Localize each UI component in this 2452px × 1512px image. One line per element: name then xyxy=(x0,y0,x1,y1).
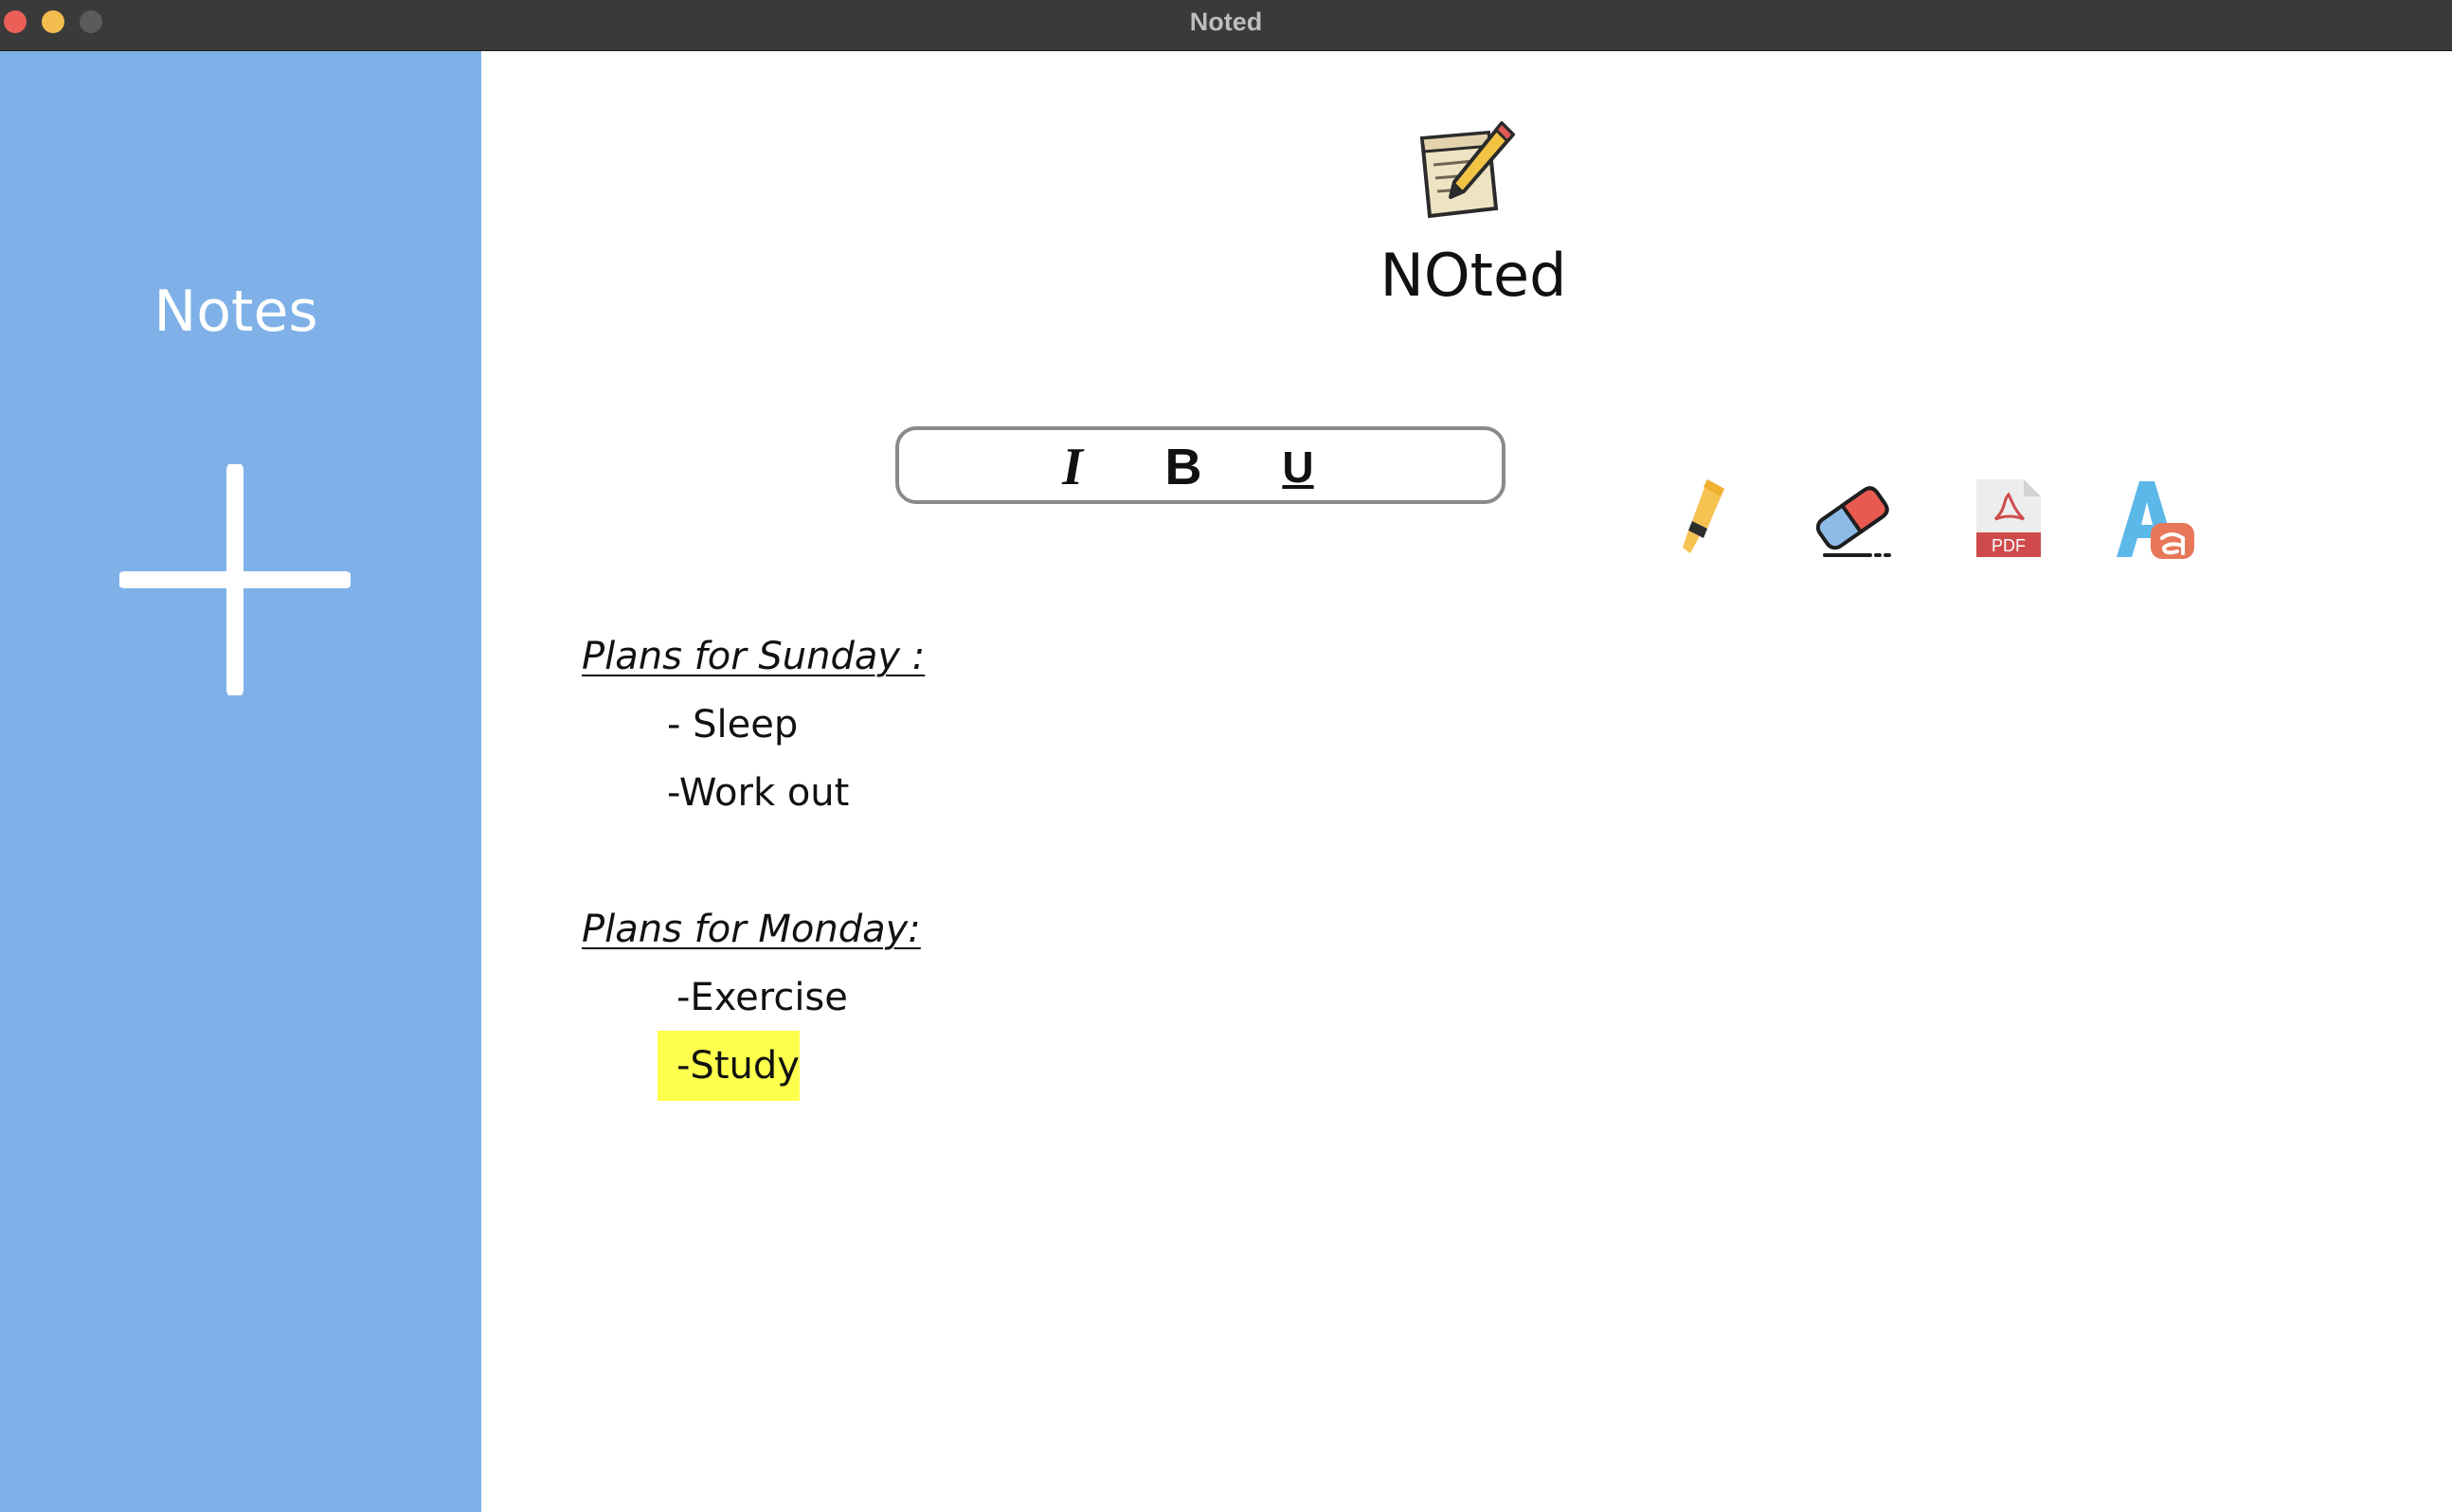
plus-icon xyxy=(117,461,353,698)
add-note-button[interactable] xyxy=(117,461,353,698)
app-window: Noted Notes NOted I B U PDF Plans for Su… xyxy=(0,0,2452,1512)
highlighted-list-item: -Study xyxy=(658,1031,800,1101)
sidebar: Notes xyxy=(0,51,481,1512)
list-item: -Work out xyxy=(667,771,850,815)
section-heading: Plans for Sunday : xyxy=(582,635,926,678)
title-bar: Noted xyxy=(0,0,2452,51)
sidebar-title: Notes xyxy=(153,279,318,345)
window-title: Noted xyxy=(1189,8,1263,36)
section-heading: Plans for Monday: xyxy=(582,908,921,951)
list-item: - Sleep xyxy=(667,703,799,747)
editor-area: NOted I B U PDF Plans for Sunday: - Sle… xyxy=(481,51,2452,1512)
list-item: -Exercise xyxy=(676,976,848,1019)
note-body[interactable]: Plans for Sunday : - Sleep -Work out Pla… xyxy=(481,51,2452,1512)
